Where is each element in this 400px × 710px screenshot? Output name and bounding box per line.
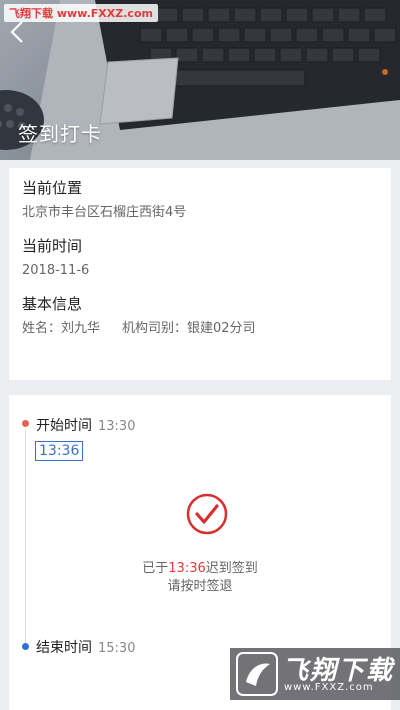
info-card: 当前位置 北京市丰台区石榴庄西街4号 当前时间 2018-11-6 基本信息 姓… [9, 168, 391, 380]
feixiang-logo-icon [236, 652, 278, 696]
end-label: 结束时间 [36, 640, 92, 656]
start-label: 开始时间 [36, 418, 92, 434]
end-dot [22, 643, 29, 650]
basic-info-label: 基本信息 [22, 295, 83, 313]
end-row: 结束时间 15:30 [36, 637, 135, 657]
location-block: 当前位置 北京市丰台区石榴庄西街4号 [22, 178, 378, 222]
check-circle-icon [186, 493, 228, 535]
start-dot [22, 420, 29, 427]
watermark-logo: 飞翔下载 www.FXXZ.com [230, 648, 400, 700]
status-prefix: 已于 [142, 561, 169, 576]
hero-banner: 飞翔下载 www.FXXZ.com 签到打卡 [0, 0, 400, 160]
chevron-left-icon [10, 21, 23, 43]
status-hint: 请按时签退 [167, 579, 233, 594]
page-title: 签到打卡 [18, 122, 102, 146]
status-time: 13:36 [168, 561, 206, 576]
start-row: 开始时间 13:30 [36, 415, 135, 435]
time-value: 2018-11-6 [22, 263, 90, 278]
name-field: 姓名：刘九华 [22, 321, 101, 336]
timeline-line [25, 429, 26, 644]
location-value: 北京市丰台区石榴庄西街4号 [22, 205, 187, 220]
basic-info-block: 基本信息 姓名：刘九华 机构司别：银建02分司 [22, 294, 378, 338]
start-time: 13:30 [98, 419, 136, 434]
location-label: 当前位置 [22, 179, 83, 197]
basic-info-value: 姓名：刘九华 机构司别：银建02分司 [22, 320, 378, 338]
logo-url: www.FXXZ.com [284, 682, 374, 693]
status-message: 已于13:36迟到签到 [9, 557, 391, 576]
end-time: 15:30 [98, 641, 136, 656]
checkin-time-box[interactable]: 13:36 [35, 441, 84, 461]
status-suffix: 迟到签到 [205, 561, 258, 576]
time-block: 当前时间 2018-11-6 [22, 236, 378, 280]
back-button[interactable] [10, 20, 34, 48]
org-field: 机构司别：银建02分司 [122, 321, 256, 336]
time-label: 当前时间 [22, 237, 83, 255]
